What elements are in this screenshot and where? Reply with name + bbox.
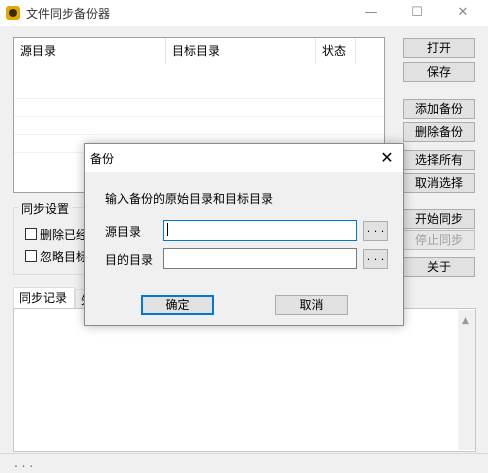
ok-button[interactable]: 确定 <box>141 295 214 315</box>
ignore-option-label: 忽略目标 <box>40 250 89 264</box>
dialog-close-button[interactable]: ✕ <box>371 144 403 172</box>
row-divider <box>14 98 384 99</box>
sync-settings-label: 同步设置 <box>18 200 73 217</box>
select-all-button[interactable]: 选择所有 <box>403 150 475 170</box>
about-button[interactable]: 关于 <box>403 257 475 277</box>
backup-dialog: 备份 ✕ 输入备份的原始目录和目标目录 源目录 . . . 目的目录 . . .… <box>84 143 404 326</box>
open-button[interactable]: 打开 <box>403 38 475 58</box>
add-backup-button[interactable]: 添加备份 <box>403 99 475 119</box>
tab-sync-log[interactable]: 同步记录 <box>13 287 75 309</box>
column-header-source[interactable]: 源目录 <box>14 38 166 64</box>
save-button[interactable]: 保存 <box>403 62 475 82</box>
source-dir-input[interactable] <box>163 220 357 241</box>
cancel-button[interactable]: 取消 <box>275 295 348 315</box>
dest-dir-label: 目的目录 <box>105 253 154 267</box>
app-icon <box>6 6 20 20</box>
delete-option-checkbox[interactable] <box>25 228 37 240</box>
deselect-button[interactable]: 取消选择 <box>403 173 475 193</box>
dialog-title: 备份 <box>90 152 115 166</box>
row-divider <box>14 116 384 117</box>
status-text: . . . <box>14 456 34 470</box>
stop-sync-button[interactable]: 停止同步 <box>403 230 475 250</box>
column-header-status[interactable]: 状态 <box>316 38 356 64</box>
dest-dir-input[interactable] <box>163 248 357 269</box>
window-title: 文件同步备份器 <box>26 7 111 21</box>
row-divider <box>14 134 384 135</box>
log-scrollbar[interactable]: ▲ <box>458 310 475 450</box>
close-button[interactable]: ✕ <box>440 0 486 26</box>
column-header-target[interactable]: 目标目录 <box>166 38 316 64</box>
maximize-button[interactable]: ☐ <box>394 0 440 26</box>
delete-backup-button[interactable]: 删除备份 <box>403 122 475 142</box>
start-sync-button[interactable]: 开始同步 <box>403 209 475 229</box>
dest-browse-button[interactable]: . . . <box>363 249 388 269</box>
dialog-prompt: 输入备份的原始目录和目标目录 <box>105 192 274 206</box>
source-browse-button[interactable]: . . . <box>363 221 388 241</box>
minimize-button[interactable]: — <box>348 0 394 26</box>
dialog-title-bar: 备份 ✕ <box>85 144 403 172</box>
title-bar: 文件同步备份器 — ☐ ✕ <box>0 0 488 26</box>
status-bar: . . . <box>0 453 488 473</box>
scroll-up-icon[interactable]: ▲ <box>462 316 469 326</box>
source-dir-label: 源目录 <box>105 225 142 239</box>
sync-log-area[interactable] <box>13 308 476 452</box>
text-caret <box>167 223 168 236</box>
ignore-option-checkbox[interactable] <box>25 250 37 262</box>
delete-option-label: 删除已经 <box>40 228 89 242</box>
